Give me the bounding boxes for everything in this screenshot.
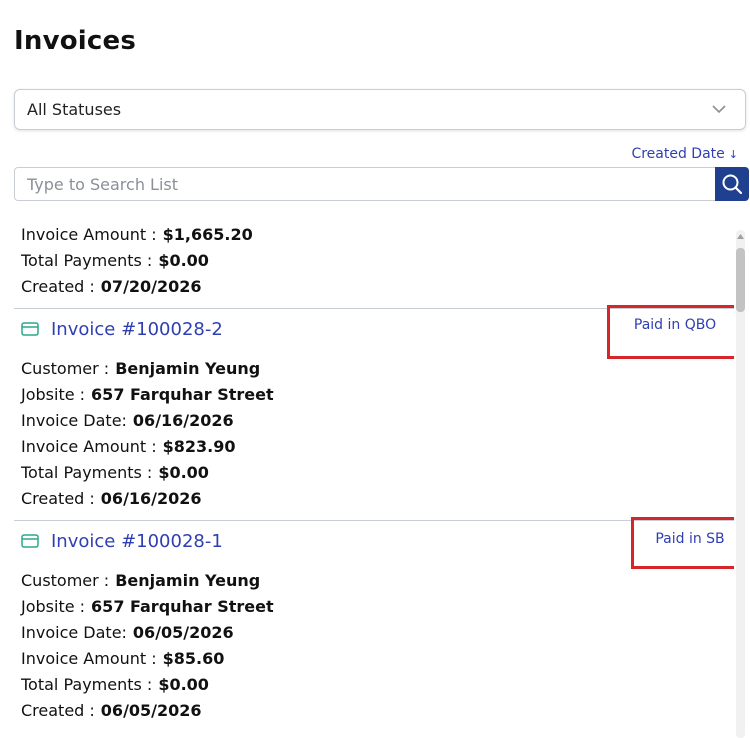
total-payments-value: $0.00 [158, 463, 209, 482]
search-bar [14, 167, 749, 201]
created-value: 06/05/2026 [100, 701, 202, 720]
invoice-date-value: 06/05/2026 [132, 623, 234, 642]
invoice-date-label: Invoice Date: [21, 623, 127, 642]
sort-label: Created Date [631, 146, 725, 162]
jobsite-label: Jobsite : [21, 597, 86, 616]
status-filter-value: All Statuses [27, 100, 122, 119]
sort-created-date-link[interactable]: Created Date ↓ [631, 146, 738, 162]
list-item-partial[interactable]: Invoice Amount : $1,665.20 Total Payments… [14, 222, 734, 308]
total-payments-label: Total Payments : [21, 251, 153, 270]
created-value: 07/20/2026 [100, 277, 202, 296]
status-badge-text: Paid in QBO [633, 317, 717, 333]
invoice-amount-row: Invoice Amount : $1,665.20 [14, 222, 734, 248]
invoice-amount-label: Invoice Amount : [21, 649, 157, 668]
created-row: Created : 06/05/2026 [14, 698, 734, 724]
invoice-amount-value: $1,665.20 [162, 225, 253, 244]
search-icon [722, 174, 743, 195]
jobsite-value: 657 Farquhar Street [91, 597, 274, 616]
invoice-amount-row: Invoice Amount : $85.60 [14, 646, 734, 672]
customer-label: Customer : [21, 571, 110, 590]
customer-row: Customer : Benjamin Yeung [14, 356, 734, 382]
invoice-amount-value: $823.90 [162, 437, 236, 456]
invoice-date-row: Invoice Date: 06/16/2026 [14, 408, 734, 434]
scroll-up-icon[interactable] [736, 230, 745, 242]
created-value: 06/16/2026 [100, 489, 202, 508]
total-payments-value: $0.00 [158, 251, 209, 270]
invoice-amount-row: Invoice Amount : $823.90 [14, 434, 734, 460]
chevron-down-icon [712, 105, 726, 114]
customer-row: Customer : Benjamin Yeung [14, 568, 734, 594]
sort-arrow-icon: ↓ [728, 147, 738, 161]
created-label: Created : [21, 277, 95, 296]
created-row: Created : 07/20/2026 [14, 274, 734, 300]
invoice-title-link[interactable]: Invoice #100028-2 [51, 319, 223, 340]
status-badge: Paid in SB [631, 517, 734, 569]
invoice-card-header: Invoice #100028-1 [14, 521, 734, 561]
total-payments-label: Total Payments : [21, 675, 153, 694]
total-payments-value: $0.00 [158, 675, 209, 694]
status-badge: Paid in QBO [607, 305, 734, 359]
search-input[interactable] [14, 167, 715, 201]
total-payments-row: Total Payments : $0.00 [14, 460, 734, 486]
invoice-date-row: Invoice Date: 06/05/2026 [14, 620, 734, 646]
credit-card-icon [21, 534, 39, 548]
scrollbar-thumb[interactable] [736, 248, 745, 312]
status-filter-select[interactable]: All Statuses [14, 89, 746, 130]
created-row: Created : 06/16/2026 [14, 486, 734, 512]
total-payments-row: Total Payments : $0.00 [14, 248, 734, 274]
invoice-title-link[interactable]: Invoice #100028-1 [51, 531, 223, 552]
invoice-card[interactable]: Invoice #100028-2 Paid in QBO Customer :… [14, 305, 734, 520]
jobsite-label: Jobsite : [21, 385, 86, 404]
jobsite-row: Jobsite : 657 Farquhar Street [14, 594, 734, 620]
total-payments-row: Total Payments : $0.00 [14, 672, 734, 698]
invoice-amount-label: Invoice Amount : [21, 225, 157, 244]
customer-label: Customer : [21, 359, 110, 378]
created-label: Created : [21, 701, 95, 720]
invoice-date-label: Invoice Date: [21, 411, 127, 430]
customer-value: Benjamin Yeung [115, 571, 261, 590]
invoice-amount-value: $85.60 [162, 649, 225, 668]
page-title: Invoices [14, 26, 137, 56]
list-scrollbar[interactable] [736, 230, 745, 738]
invoice-card[interactable]: Invoice #100028-1 Paid in SB Customer : B… [14, 517, 734, 724]
credit-card-icon [21, 322, 39, 336]
created-label: Created : [21, 489, 95, 508]
customer-value: Benjamin Yeung [115, 359, 261, 378]
total-payments-label: Total Payments : [21, 463, 153, 482]
search-button[interactable] [715, 167, 749, 201]
jobsite-value: 657 Farquhar Street [91, 385, 274, 404]
status-badge-text: Paid in SB [655, 531, 725, 547]
jobsite-row: Jobsite : 657 Farquhar Street [14, 382, 734, 408]
invoice-list: Invoice Amount : $1,665.20 Total Payments… [14, 222, 734, 738]
invoice-amount-label: Invoice Amount : [21, 437, 157, 456]
invoice-date-value: 06/16/2026 [132, 411, 234, 430]
